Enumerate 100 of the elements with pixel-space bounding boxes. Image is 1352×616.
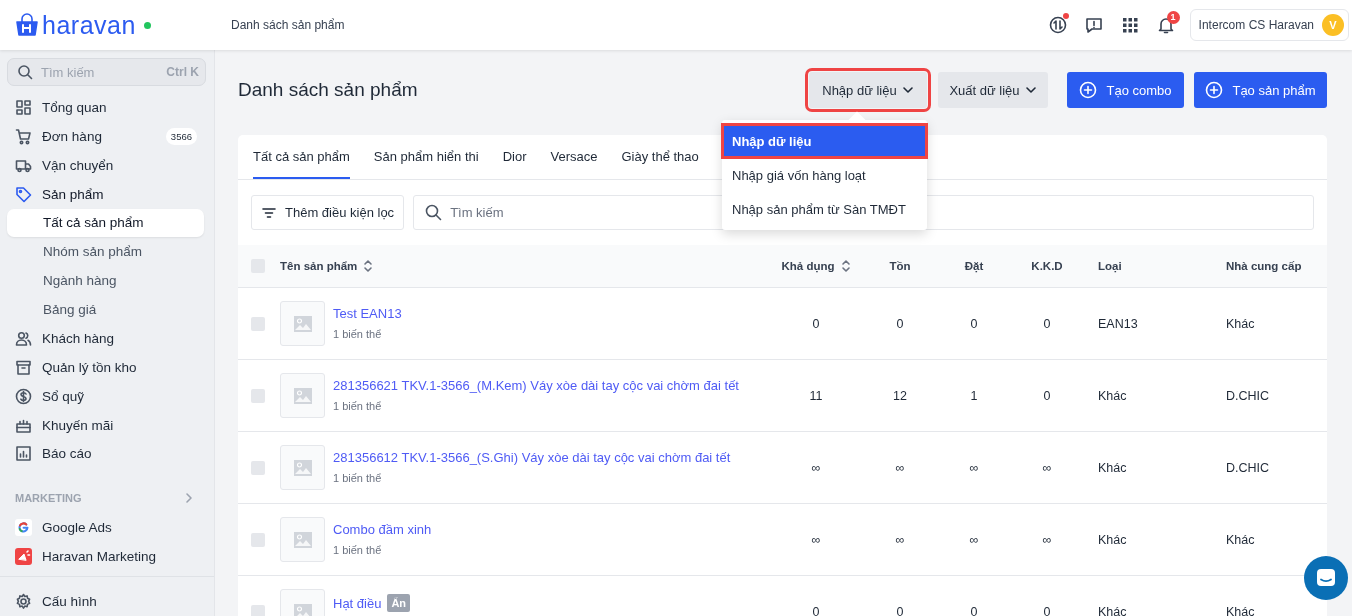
table-cell: EAN13 bbox=[1098, 316, 1138, 331]
chat-bubble-icon bbox=[1315, 567, 1337, 589]
chat-launcher-button[interactable] bbox=[1304, 556, 1348, 600]
tab[interactable]: Sản phẩm hiển thi bbox=[373, 135, 479, 179]
sidebar-item[interactable]: Sản phẩm bbox=[0, 179, 214, 209]
table-cell: 0 bbox=[896, 316, 904, 331]
product-link[interactable]: 281356612 TKV.1-3566_(S.Ghi) Váy xòe dài tay cộc vai chờm đai tết bbox=[333, 450, 731, 465]
product-link[interactable]: Test EAN13 bbox=[333, 306, 402, 321]
shopping-bag-icon bbox=[14, 13, 40, 37]
search-icon bbox=[425, 204, 443, 221]
search-icon bbox=[17, 64, 33, 80]
column-header: Loại bbox=[1098, 260, 1122, 272]
column-header: K.K.D bbox=[1031, 260, 1063, 272]
table-cell: 12 bbox=[893, 388, 907, 403]
sidebar-item[interactable]: Haravan Marketing bbox=[0, 542, 214, 572]
checkbox[interactable] bbox=[251, 316, 265, 331]
sidebar-item[interactable]: Cấu hình bbox=[0, 587, 214, 616]
product-link[interactable]: Hạt điều bbox=[333, 595, 382, 611]
table-cell: 0 bbox=[812, 604, 820, 616]
table-cell: D.CHIC bbox=[1226, 388, 1270, 403]
logo-text: haravan bbox=[42, 12, 136, 38]
column-header: Khả dụng bbox=[781, 260, 835, 272]
column-header: Nhà cung cấp bbox=[1226, 260, 1302, 272]
table-cell: ∞ bbox=[1042, 532, 1052, 547]
sidebar-item[interactable]: Tổng quan bbox=[0, 93, 214, 122]
notification-count: 1 bbox=[1166, 11, 1180, 24]
table-cell: Khác bbox=[1226, 532, 1255, 547]
hidden-badge: Ẩn bbox=[387, 594, 411, 612]
account-name: Intercom CS Haravan bbox=[1198, 18, 1314, 32]
table-cell: Khác bbox=[1226, 316, 1255, 331]
create-button[interactable]: Tạo combo bbox=[1067, 72, 1184, 108]
sidebar-subitem[interactable]: Bảng giá bbox=[7, 295, 204, 324]
table-cell: ∞ bbox=[969, 460, 979, 475]
menu-item[interactable]: Nhập sản phẩm từ Sàn TMĐT bbox=[722, 192, 927, 226]
table-cell: ∞ bbox=[811, 532, 821, 547]
checkbox[interactable] bbox=[251, 460, 265, 475]
plus-circle-icon bbox=[1079, 81, 1098, 99]
tab[interactable]: Versace bbox=[550, 135, 598, 179]
table-cell: 0 bbox=[970, 604, 978, 616]
tab[interactable]: Tất cả sản phẩm bbox=[253, 135, 350, 179]
gear-icon bbox=[15, 593, 32, 611]
sidebar-subitem[interactable]: Nhóm sản phẩm bbox=[7, 237, 204, 267]
sidebar-item[interactable]: Google Ads bbox=[0, 513, 214, 543]
menu-item[interactable]: Nhập giá vốn hàng loạt bbox=[722, 158, 927, 192]
table-cell: 0 bbox=[1043, 316, 1051, 331]
image-icon bbox=[293, 387, 312, 404]
create-button[interactable]: Tạo sản phẩm bbox=[1194, 72, 1327, 108]
image-icon bbox=[293, 459, 312, 476]
column-header: Đặt bbox=[964, 260, 984, 272]
image-icon bbox=[293, 315, 312, 332]
sidebar-subitem[interactable]: Tất cả sản phẩm bbox=[7, 208, 204, 238]
shortcut-hint: Ctrl K bbox=[166, 65, 199, 79]
account-button[interactable]: Intercom CS Haravan V bbox=[1189, 9, 1349, 41]
checkbox[interactable] bbox=[251, 388, 265, 403]
sidebar-item[interactable]: Báo cáo bbox=[0, 439, 214, 469]
table-cell: Khác bbox=[1098, 604, 1127, 616]
table-cell: Khác bbox=[1098, 460, 1127, 475]
table-cell: 0 bbox=[896, 604, 904, 616]
section-title: MARKETING bbox=[15, 492, 82, 505]
sidebar-item[interactable]: Khách hàng bbox=[0, 324, 214, 353]
table-cell: 0 bbox=[970, 316, 978, 331]
table-cell: 1 bbox=[970, 388, 978, 403]
checkbox[interactable] bbox=[251, 532, 265, 547]
count-badge: 3566 bbox=[165, 127, 197, 145]
table-cell: 0 bbox=[1043, 604, 1051, 616]
sync-icon bbox=[1048, 16, 1067, 34]
table-cell: ∞ bbox=[895, 460, 905, 475]
table-cell: 0 bbox=[1043, 388, 1051, 403]
chevron-right-icon bbox=[184, 492, 194, 505]
tab[interactable]: Giày thể thao bbox=[621, 135, 699, 179]
sidebar-item[interactable]: Quản lý tồn kho bbox=[0, 352, 214, 382]
table-cell: 0 bbox=[812, 316, 820, 331]
variant-count: 1 biến thể bbox=[333, 328, 382, 340]
sidebar-item[interactable]: Khuyến mãi bbox=[0, 410, 214, 440]
page-title: Danh sách sản phẩm bbox=[238, 79, 418, 101]
notifications-button[interactable]: 1 bbox=[1151, 11, 1180, 39]
sidebar-item[interactable]: Sổ quỹ bbox=[0, 381, 214, 411]
checkbox[interactable] bbox=[251, 604, 265, 616]
sidebar-item[interactable]: Vận chuyển bbox=[0, 150, 214, 180]
variant-count: 1 biến thể bbox=[333, 544, 382, 556]
table-cell: Khác bbox=[1098, 532, 1127, 547]
menu-item[interactable]: Nhập dữ liệu bbox=[722, 124, 927, 158]
product-link[interactable]: Combo đầm xinh bbox=[333, 522, 432, 537]
message-alert-icon bbox=[1084, 16, 1103, 34]
filter-button[interactable]: Thêm điều kiện lọc bbox=[251, 195, 405, 230]
column-header: Tên sản phẩm bbox=[280, 260, 358, 272]
chevron-down-icon bbox=[1024, 84, 1037, 96]
image-icon bbox=[293, 531, 312, 548]
plus-circle-icon bbox=[1205, 81, 1224, 99]
column-header: Tồn bbox=[889, 260, 911, 272]
product-link[interactable]: 281356621 TKV.1-3566_(M.Kem) Váy xòe dài tay cộc vai chờm đai tết bbox=[333, 378, 739, 393]
megaphone-icon bbox=[15, 548, 32, 566]
sidebar-subitem[interactable]: Ngành hàng bbox=[7, 266, 204, 296]
variant-count: 1 biến thể bbox=[333, 400, 382, 412]
variant-count: 1 biến thể bbox=[333, 472, 382, 484]
tab[interactable]: Dior bbox=[502, 135, 527, 179]
table-cell: ∞ bbox=[895, 532, 905, 547]
table-cell: ∞ bbox=[1042, 460, 1052, 475]
dropdown-button[interactable]: Xuất dữ liệu bbox=[938, 72, 1048, 108]
sidebar-item[interactable]: Đơn hàng 3566 bbox=[0, 121, 214, 151]
